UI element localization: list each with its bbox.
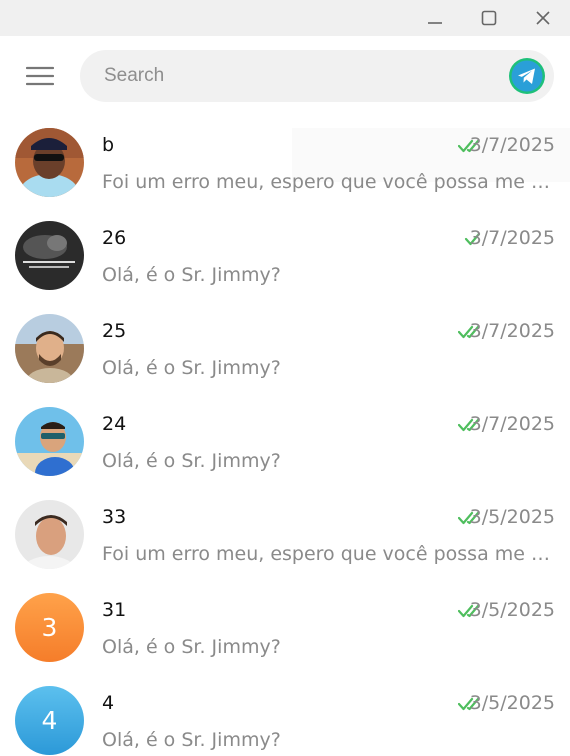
- chat-name: b: [102, 134, 115, 156]
- avatar-photo: [15, 128, 84, 197]
- search-input[interactable]: [104, 50, 494, 102]
- avatar: [15, 407, 84, 476]
- chat-item[interactable]: 26 3/7/2025 Olá, é o Sr. Jimmy?: [0, 211, 570, 304]
- avatar-photo: [15, 221, 84, 290]
- chat-date: 3/5/2025: [469, 506, 555, 528]
- chat-date: 3/7/2025: [469, 134, 555, 156]
- chat-preview: Olá, é o Sr. Jimmy?: [102, 636, 281, 658]
- chat-item[interactable]: 24 3/7/2025 Olá, é o Sr. Jimmy?: [0, 397, 570, 490]
- avatar: [15, 128, 84, 197]
- main-menu-button[interactable]: [22, 62, 58, 90]
- chat-list: b 3/7/2025 Foi um erro meu, espero que v…: [0, 118, 570, 756]
- chat-date: 3/7/2025: [469, 320, 555, 342]
- chat-name: 26: [102, 227, 127, 249]
- avatar-initial: 3: [41, 613, 58, 642]
- avatar: 3: [15, 593, 84, 662]
- minimize-button[interactable]: [408, 0, 462, 36]
- chat-preview: Foi um erro meu, espero que você possa m…: [102, 543, 554, 565]
- chat-name: 33: [102, 506, 127, 528]
- chat-preview: Olá, é o Sr. Jimmy?: [102, 357, 281, 379]
- maximize-icon: [481, 10, 497, 26]
- chat-preview: Olá, é o Sr. Jimmy?: [102, 729, 281, 751]
- avatar: [15, 314, 84, 383]
- chat-date: 3/7/2025: [469, 413, 555, 435]
- chat-list-header: [0, 36, 570, 118]
- chat-item[interactable]: 25 3/7/2025 Olá, é o Sr. Jimmy?: [0, 304, 570, 397]
- telegram-logo-icon[interactable]: [508, 57, 546, 95]
- chat-date: 3/7/2025: [469, 227, 555, 249]
- window-titlebar: [0, 0, 570, 36]
- chat-preview: Olá, é o Sr. Jimmy?: [102, 450, 281, 472]
- chat-preview: Olá, é o Sr. Jimmy?: [102, 264, 281, 286]
- chat-item[interactable]: 33 3/5/2025 Foi um erro meu, espero que …: [0, 490, 570, 583]
- chat-name: 31: [102, 599, 127, 621]
- avatar-photo: [15, 500, 84, 569]
- close-button[interactable]: [516, 0, 570, 36]
- chat-item[interactable]: 4 4 3/5/2025 Olá, é o Sr. Jimmy?: [0, 676, 570, 756]
- close-icon: [536, 11, 550, 25]
- minimize-icon: [428, 22, 442, 24]
- avatar-photo: [15, 407, 84, 476]
- hamburger-menu-icon: [26, 66, 54, 86]
- avatar: 4: [15, 686, 84, 755]
- avatar: [15, 500, 84, 569]
- chat-item[interactable]: 3 31 3/5/2025 Olá, é o Sr. Jimmy?: [0, 583, 570, 676]
- chat-preview: Foi um erro meu, espero que você possa m…: [102, 171, 554, 193]
- maximize-button[interactable]: [462, 0, 516, 36]
- search-bar: [80, 50, 554, 102]
- avatar: [15, 221, 84, 290]
- chat-name: 24: [102, 413, 127, 435]
- chat-date: 3/5/2025: [469, 599, 555, 621]
- avatar-photo: [15, 314, 84, 383]
- chat-date: 3/5/2025: [469, 692, 555, 714]
- chat-name: 4: [102, 692, 115, 714]
- chat-item[interactable]: b 3/7/2025 Foi um erro meu, espero que v…: [0, 118, 570, 211]
- chat-name: 25: [102, 320, 127, 342]
- avatar-initial: 4: [41, 706, 58, 735]
